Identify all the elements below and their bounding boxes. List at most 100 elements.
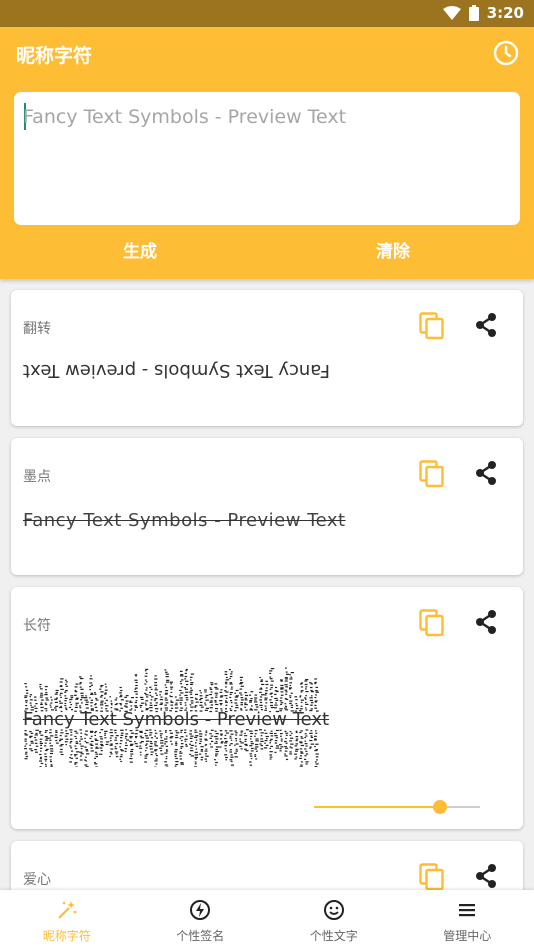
combining-mark: [264, 694, 267, 696]
combining-mark: [164, 699, 168, 701]
combining-mark: [74, 730, 77, 732]
combining-mark: [204, 704, 207, 706]
clear-button[interactable]: 清除: [323, 237, 463, 262]
combining-mark: [154, 760, 158, 762]
combining-mark: [309, 739, 313, 742]
combining-mark: [94, 692, 96, 694]
combining-mark: [154, 749, 158, 751]
combining-mark: [254, 729, 258, 732]
combining-mark: [40, 702, 43, 704]
combining-mark: [89, 685, 92, 688]
combining-mark: [269, 678, 273, 680]
copy-icon[interactable]: [419, 863, 445, 891]
copy-icon[interactable]: [419, 312, 445, 340]
combining-mark: [119, 692, 122, 694]
combining-mark: [94, 731, 96, 734]
combining-mark: [195, 739, 198, 741]
combining-mark: [165, 756, 168, 758]
combining-mark: [204, 739, 208, 741]
combining-mark: [89, 737, 92, 740]
combining-mark: [284, 745, 287, 748]
combining-mark: [134, 690, 138, 693]
combining-mark: [99, 753, 103, 755]
combining-mark: [274, 735, 278, 737]
combining-mark: [150, 742, 153, 745]
combining-mark: [254, 701, 258, 703]
combining-mark: [25, 704, 28, 707]
combining-mark: [294, 758, 297, 760]
combining-mark: [300, 737, 304, 739]
nav-label: 个性签名: [176, 929, 225, 943]
nav-item-management[interactable]: 管理中心: [401, 890, 534, 949]
combining-mark: [75, 757, 79, 759]
combining-mark: [105, 699, 109, 701]
combining-mark: [85, 750, 89, 752]
slider-thumb[interactable]: [433, 800, 448, 814]
combining-mark: [70, 695, 74, 697]
combining-mark: [65, 681, 68, 683]
combining-mark: [250, 757, 253, 760]
combining-mark: [165, 757, 168, 760]
combining-mark: [134, 706, 138, 708]
combining-mark: [315, 743, 319, 745]
combining-mark: [249, 753, 252, 755]
combining-mark: [64, 735, 68, 737]
share-icon[interactable]: [473, 609, 499, 635]
style-card-flip[interactable]: 翻转 Fancy Text Symbols - preview Text: [11, 290, 523, 426]
combining-mark: [159, 747, 163, 749]
combining-mark: [70, 757, 73, 759]
combining-mark: [300, 682, 304, 684]
style-card-ink[interactable]: 墨点 Fancy Text Symbols - Preview Text: [11, 438, 523, 575]
combining-mark: [249, 745, 253, 747]
combining-mark: [215, 750, 219, 753]
bottom-nav: 昵称字符 个性签名 个性文字 管理中心: [0, 890, 534, 949]
combining-mark: [80, 692, 84, 694]
combining-mark: [205, 731, 208, 734]
combining-mark: [130, 743, 134, 745]
combining-mark: [230, 671, 233, 673]
combining-mark: [269, 688, 272, 690]
combining-mark: [180, 743, 184, 745]
combining-mark: [219, 702, 223, 705]
nav-item-nickname-symbols[interactable]: 昵称字符: [0, 890, 134, 949]
combining-mark: [130, 697, 135, 699]
combining-mark: [99, 704, 104, 706]
combining-mark: [269, 701, 273, 704]
style-card-long[interactable]: 长符 Fancy Text Symbols - Preview Text: [11, 587, 523, 829]
combining-mark: [224, 700, 227, 702]
combining-mark: [69, 698, 73, 701]
copy-icon[interactable]: [419, 609, 445, 637]
combining-mark: [234, 744, 236, 746]
combining-mark: [269, 747, 271, 750]
combining-mark: [154, 689, 158, 691]
combining-mark: [249, 694, 252, 696]
share-icon[interactable]: [473, 863, 499, 889]
combining-mark: [179, 670, 183, 672]
nav-item-signature[interactable]: 个性签名: [134, 890, 268, 949]
combining-mark: [235, 740, 238, 742]
generate-button[interactable]: 生成: [70, 237, 210, 262]
combining-mark: [159, 733, 163, 735]
text-input[interactable]: [23, 100, 503, 134]
combining-mark: [249, 730, 253, 732]
combining-mark: [69, 738, 73, 740]
combining-mark: [215, 746, 220, 748]
combining-mark: [309, 697, 313, 699]
history-clock-icon[interactable]: [492, 39, 520, 67]
combining-mark: [175, 699, 180, 701]
combining-mark: [134, 701, 137, 704]
nav-item-custom-text[interactable]: 个性文字: [267, 890, 401, 949]
share-icon[interactable]: [473, 312, 499, 338]
combining-mark: [154, 675, 157, 677]
combining-mark: [190, 693, 193, 695]
combining-mark: [164, 743, 166, 745]
combining-mark: [80, 677, 84, 680]
combining-mark: [75, 698, 79, 700]
combining-mark: [300, 691, 303, 693]
card-label: 翻转: [23, 321, 51, 337]
combining-mark: [195, 735, 199, 737]
intensity-slider[interactable]: [314, 799, 480, 815]
combining-mark: [34, 742, 38, 744]
share-icon[interactable]: [473, 460, 499, 486]
copy-icon[interactable]: [419, 460, 445, 488]
